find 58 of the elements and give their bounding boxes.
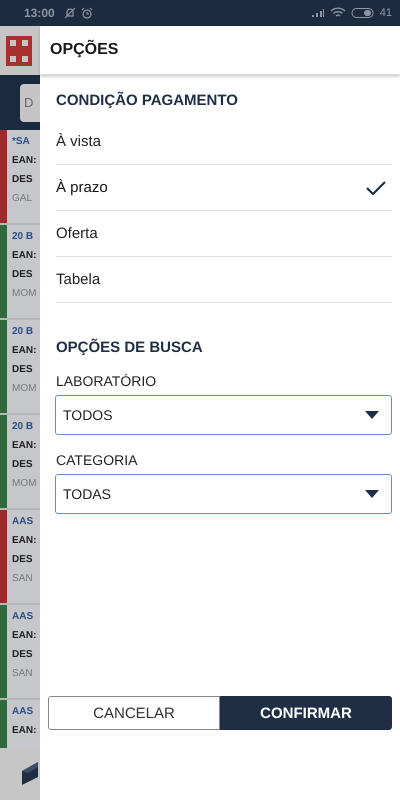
field-label: LABORATÓRIO — [56, 373, 158, 389]
caret-icon — [365, 411, 379, 419]
ean-label: EAN: — [12, 630, 36, 641]
product-card[interactable]: AAS EAN: DES SAN — [0, 510, 40, 605]
lab-name: SAN — [12, 573, 34, 584]
status-time: 13:00 — [24, 6, 55, 20]
product-title: 20 B — [12, 421, 34, 432]
alarm-icon — [80, 7, 93, 19]
product-card[interactable]: *SA EAN: DES GAL — [0, 130, 40, 225]
product-card[interactable]: 20 B EAN: DES MOM — [0, 415, 40, 510]
field-label: CATEGORIA — [56, 452, 138, 468]
check-icon — [366, 180, 386, 194]
payment-option[interactable]: Tabela — [56, 257, 392, 303]
battery-icon — [350, 7, 375, 19]
payment-option[interactable]: À vista — [56, 119, 392, 165]
dropdown[interactable]: TODAS — [55, 474, 392, 514]
caret-icon — [365, 490, 379, 498]
ean-label: EAN: — [12, 725, 36, 736]
discount-label: DES — [12, 364, 34, 375]
product-title: 20 B — [12, 326, 34, 337]
section-heading: OPÇÕES DE BUSCA — [56, 339, 204, 356]
discount-label: DES — [12, 174, 34, 185]
product-card[interactable]: AAS EAN: DES SAN — [0, 605, 40, 700]
lab-name: MOM — [12, 288, 36, 299]
panel-title: OPÇÕES — [50, 41, 118, 59]
lab-name: GAL — [12, 193, 34, 204]
search-field[interactable]: D — [20, 84, 40, 122]
product-title: AAS — [12, 611, 34, 622]
discount-label: DES — [12, 269, 34, 280]
signal-icon — [310, 8, 325, 18]
product-title: *SA — [12, 136, 31, 147]
payment-option[interactable]: À prazo — [56, 165, 392, 211]
ean-label: EAN: — [12, 345, 36, 356]
discount-label: DES — [12, 554, 34, 565]
battery-level: 41 — [380, 7, 392, 19]
cancel-button[interactable]: CANCELAR — [48, 696, 220, 730]
discount-label: DES — [12, 649, 34, 660]
bell-off-icon — [64, 7, 76, 19]
cube-icon[interactable] — [20, 761, 40, 787]
lab-name: SAN — [12, 668, 34, 679]
discount-label: DES — [12, 459, 34, 470]
product-title: 20 B — [12, 231, 34, 242]
logo-icon — [6, 36, 32, 66]
payment-option[interactable]: Oferta — [56, 211, 392, 257]
ean-label: EAN: — [12, 155, 36, 166]
product-card[interactable]: 20 B EAN: DES MOM — [0, 320, 40, 415]
dropdown[interactable]: TODOS — [55, 395, 392, 435]
wifi-icon — [330, 7, 346, 19]
ean-label: EAN: — [12, 250, 36, 261]
section-heading: CONDIÇÃO PAGAMENTO — [56, 92, 239, 109]
lab-name: MOM — [12, 478, 36, 489]
lab-name: MOM — [12, 383, 36, 394]
ean-label: EAN: — [12, 535, 36, 546]
ean-label: EAN: — [12, 440, 36, 451]
confirm-button[interactable]: CONFIRMAR — [220, 696, 392, 730]
product-title: AAS — [12, 516, 34, 527]
product-title: AAS — [12, 706, 34, 717]
product-card[interactable]: 20 B EAN: DES MOM — [0, 225, 40, 320]
